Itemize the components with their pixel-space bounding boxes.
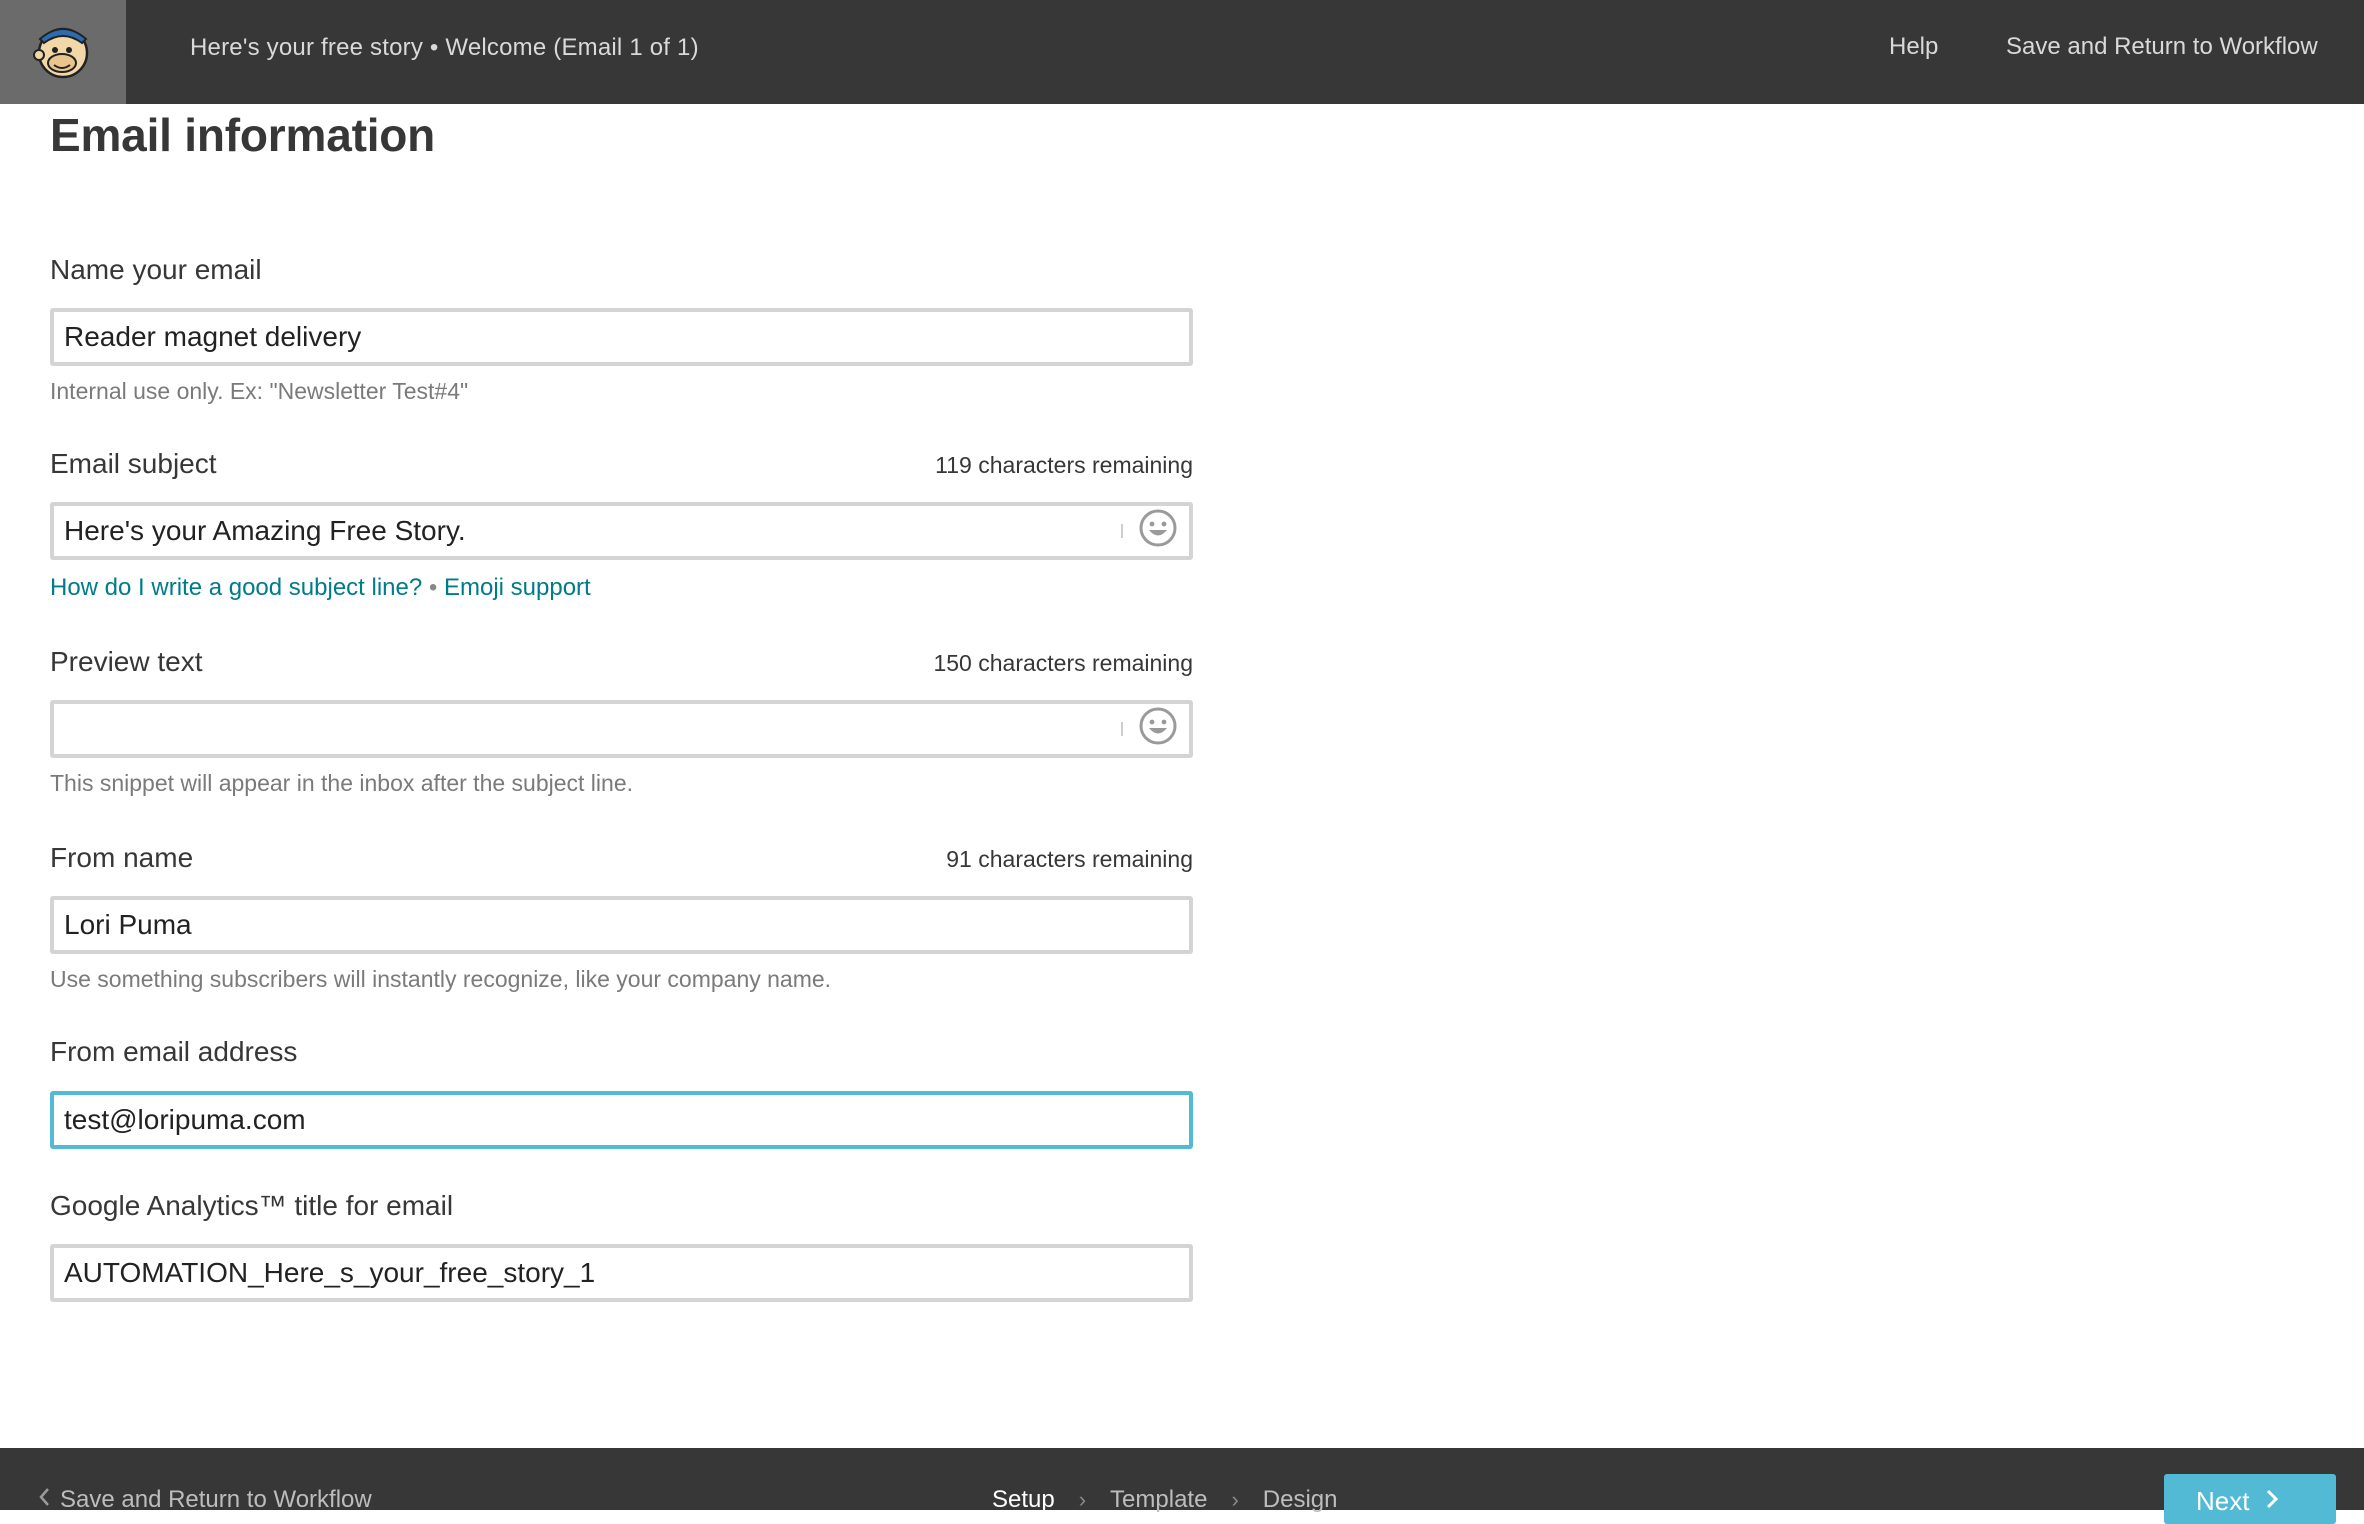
- from-name-counter: 91 characters remaining: [946, 846, 1193, 872]
- ga-title-label: Google Analytics™ title for email: [50, 1190, 454, 1221]
- subject-line-help-link[interactable]: How do I write a good subject line?: [50, 574, 422, 601]
- name-label: Name your email: [50, 254, 262, 285]
- logo-button[interactable]: [0, 0, 126, 104]
- preview-label: Preview text: [50, 646, 203, 677]
- campaign-title: Here's your free story • Welcome (Email …: [190, 34, 699, 61]
- next-button[interactable]: Next: [2164, 1474, 2336, 1524]
- preview-help-text: This snippet will appear in the inbox af…: [50, 770, 633, 796]
- link-separator: •: [428, 574, 438, 601]
- from-email-input[interactable]: [50, 1091, 1193, 1149]
- smiley-icon: [1138, 508, 1178, 553]
- emoji-support-link[interactable]: Emoji support: [444, 574, 591, 601]
- name-help-text: Internal use only. Ex: "Newsletter Test#…: [50, 378, 469, 404]
- subject-input[interactable]: [50, 502, 1193, 560]
- top-bar: Here's your free story • Welcome (Email …: [0, 0, 2364, 104]
- help-link[interactable]: Help: [1889, 33, 1938, 61]
- emoji-divider: [1121, 722, 1123, 736]
- subject-counter: 119 characters remaining: [935, 452, 1193, 478]
- emoji-divider: [1121, 524, 1123, 538]
- preview-counter: 150 characters remaining: [933, 650, 1193, 676]
- subject-label: Email subject: [50, 448, 217, 479]
- from-name-help-text: Use something subscribers will instantly…: [50, 966, 832, 992]
- chevron-right-icon: ›: [1078, 1487, 1087, 1512]
- ga-title-input[interactable]: [50, 1244, 1193, 1302]
- preview-text-input[interactable]: [50, 700, 1193, 758]
- subject-emoji-button[interactable]: [1136, 508, 1180, 552]
- save-return-link[interactable]: Save and Return to Workflow: [2006, 33, 2318, 61]
- from-name-label: From name: [50, 842, 194, 873]
- smiley-icon: [1138, 706, 1178, 751]
- subject-help-links: How do I write a good subject line? • Em…: [50, 574, 591, 602]
- from-email-label: From email address: [50, 1036, 298, 1067]
- email-name-input[interactable]: [50, 308, 1193, 366]
- page-title: Email information: [50, 109, 436, 161]
- preview-emoji-button[interactable]: [1136, 706, 1180, 750]
- mailchimp-logo-icon: [30, 17, 96, 88]
- next-button-label: Next: [2196, 1486, 2250, 1516]
- from-name-input[interactable]: [50, 896, 1193, 954]
- chevron-right-icon: [2265, 1486, 2279, 1517]
- chevron-right-icon: ›: [1231, 1487, 1239, 1512]
